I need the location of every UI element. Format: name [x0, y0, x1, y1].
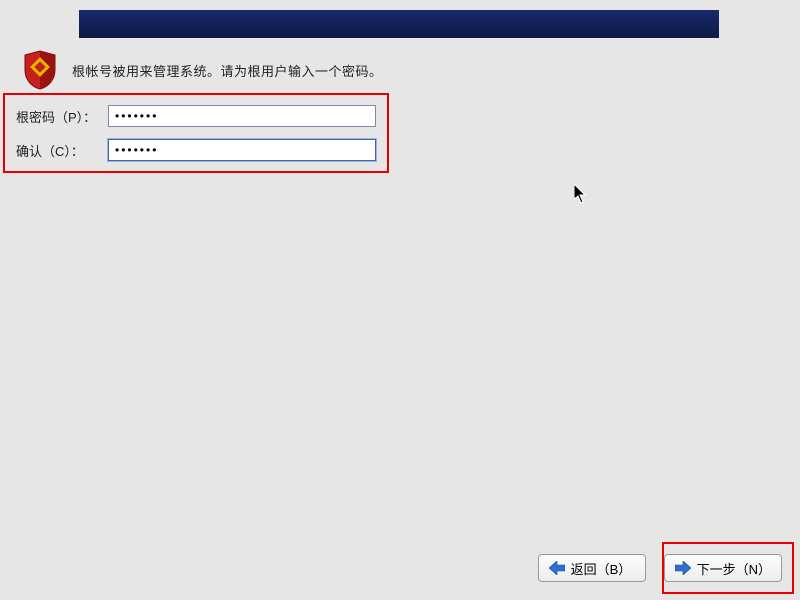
root-password-input[interactable] — [108, 105, 376, 127]
mouse-cursor — [574, 184, 588, 207]
back-button-label: 返回（B） — [571, 559, 632, 578]
password-label: 根密码（P）： — [16, 107, 108, 126]
confirm-row: 确认（C）： — [16, 139, 376, 161]
shield-icon — [22, 50, 58, 90]
next-button[interactable]: 下一步（N） — [664, 554, 782, 582]
back-button[interactable]: 返回（B） — [538, 554, 646, 582]
password-row: 根密码（P）： — [16, 105, 376, 127]
footer-button-bar: 返回（B） 下一步（N） — [0, 554, 800, 582]
root-password-form: 根密码（P）： 确认（C）： — [16, 105, 376, 173]
next-button-label: 下一步（N） — [697, 559, 771, 578]
confirm-label: 确认（C）： — [16, 141, 108, 160]
intro-row: 根帐号被用来管理系统。请为根用户输入一个密码。 — [22, 50, 383, 90]
arrow-left-icon — [549, 561, 565, 575]
header-banner — [79, 10, 719, 38]
arrow-right-icon — [675, 561, 691, 575]
confirm-password-input[interactable] — [108, 139, 376, 161]
intro-text: 根帐号被用来管理系统。请为根用户输入一个密码。 — [72, 61, 383, 80]
